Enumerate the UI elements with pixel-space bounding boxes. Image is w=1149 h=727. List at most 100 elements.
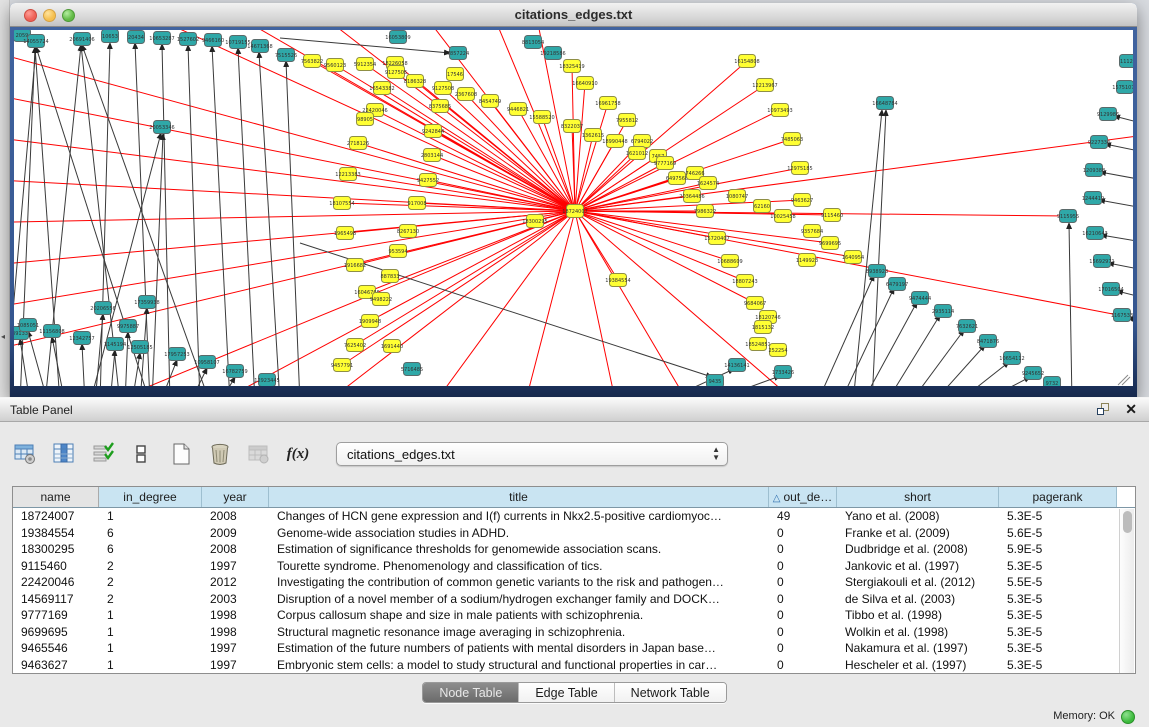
- graph-node[interactable]: 9446821: [507, 103, 529, 116]
- graph-node[interactable]: 18524851: [745, 338, 770, 351]
- table-cell[interactable]: 9115460: [13, 558, 99, 575]
- table-cell[interactable]: 6: [99, 525, 202, 542]
- table-cell[interactable]: Structural magnetic resonance image aver…: [269, 624, 769, 641]
- column-header-short[interactable]: short: [837, 487, 999, 507]
- graph-node[interactable]: 6794022: [631, 135, 653, 148]
- tab-network-table[interactable]: Network Table: [615, 683, 726, 702]
- graph-node[interactable]: 10653287: [149, 32, 174, 45]
- graph-edge[interactable]: [872, 110, 886, 386]
- nodes-layer[interactable]: 2059140557242069140610653204341065328715…: [14, 30, 1133, 386]
- graph-node[interactable]: 9115955: [1057, 210, 1079, 223]
- graph-node[interactable]: 1909948: [359, 315, 381, 328]
- table-cell[interactable]: Embryonic stem cells: a model to study s…: [269, 657, 769, 674]
- table-cell[interactable]: 0: [769, 558, 837, 575]
- graph-node[interactable]: 7857224: [447, 47, 469, 60]
- graph-node[interactable]: 7986322: [694, 205, 716, 218]
- table-cell[interactable]: Changes of HCN gene expression and I(f) …: [269, 508, 769, 525]
- graph-node[interactable]: 8471876: [977, 335, 999, 348]
- graph-node[interactable]: 18807243: [732, 275, 757, 288]
- table-row[interactable]: 1456911722003Disruption of a novel membe…: [13, 591, 1135, 608]
- graph-node[interactable]: 16543382: [369, 82, 394, 95]
- table-cell[interactable]: Tourette syndrome. Phenomenology and cla…: [269, 558, 769, 575]
- delete-trash-icon[interactable]: [207, 441, 233, 467]
- column-header-name[interactable]: name: [13, 487, 99, 507]
- graph-node[interactable]: 6479197: [886, 278, 908, 291]
- table-cell[interactable]: Jankovic et al. (1997): [837, 558, 999, 575]
- graph-node[interactable]: 16648784: [872, 97, 897, 110]
- graph-node[interactable]: 9975887: [117, 320, 139, 333]
- graph-node[interactable]: 11124: [1120, 55, 1134, 68]
- table-cell[interactable]: 1: [99, 640, 202, 657]
- table-cell[interactable]: 5.3E-5: [999, 508, 1117, 525]
- graph-node[interactable]: 20364486: [679, 190, 704, 203]
- graph-edge[interactable]: [280, 38, 450, 53]
- graph-node[interactable]: 1916682: [344, 259, 366, 272]
- table-cell[interactable]: 5.5E-5: [999, 574, 1117, 591]
- table-cell[interactable]: 9465546: [13, 640, 99, 657]
- table-cell[interactable]: 9463627: [13, 657, 99, 674]
- table-vertical-scrollbar[interactable]: [1119, 509, 1134, 673]
- table-row[interactable]: 1938455462009Genome-wide association stu…: [13, 525, 1135, 542]
- graph-edge[interactable]: [220, 377, 235, 386]
- graph-node[interactable]: 10688609: [717, 255, 742, 268]
- graph-node[interactable]: 16210643: [1082, 227, 1107, 240]
- graph-node[interactable]: 7515526: [275, 49, 297, 62]
- graph-edge[interactable]: [82, 344, 85, 386]
- tab-edge-table[interactable]: Edge Table: [519, 683, 614, 702]
- table-cell[interactable]: 2012: [202, 574, 269, 591]
- graph-node[interactable]: 9457791: [331, 359, 353, 372]
- graph-node[interactable]: 1145194: [104, 338, 126, 351]
- network-canvas[interactable]: 2059140557242069140610653204341065328715…: [14, 30, 1133, 386]
- column-header-year[interactable]: year: [202, 487, 269, 507]
- table-cell[interactable]: 22420046: [13, 574, 99, 591]
- table-cell[interactable]: Genome-wide association studies in ADHD.: [269, 525, 769, 542]
- graph-node[interactable]: 9242844: [422, 125, 444, 138]
- graph-node[interactable]: 1640954: [842, 251, 864, 264]
- graph-node[interactable]: 8813054: [522, 36, 544, 49]
- table-cell[interactable]: 2003: [202, 591, 269, 608]
- graph-edge[interactable]: [152, 134, 163, 386]
- table-cell[interactable]: 5.3E-5: [999, 591, 1117, 608]
- table-cell[interactable]: 9699695: [13, 624, 99, 641]
- graph-edge[interactable]: [60, 211, 575, 386]
- table-cell[interactable]: 6: [99, 541, 202, 558]
- graph-node[interactable]: 20206556: [90, 302, 115, 315]
- graph-node[interactable]: 8322037: [561, 120, 583, 133]
- table-cell[interactable]: 0: [769, 541, 837, 558]
- graph-node[interactable]: 1527602: [177, 33, 199, 46]
- graph-node[interactable]: 252254: [768, 344, 787, 357]
- graph-edge[interactable]: [259, 52, 280, 386]
- node-attribute-table[interactable]: namein_degreeyeartitle△out_de…shortpager…: [12, 486, 1136, 674]
- table-row[interactable]: 1872400712008Changes of HCN gene express…: [13, 508, 1135, 525]
- table-cell[interactable]: 1: [99, 657, 202, 674]
- graph-node[interactable]: 887833: [380, 270, 399, 283]
- graph-edge[interactable]: [575, 133, 1133, 211]
- graph-node[interactable]: 16961758: [595, 97, 620, 110]
- table-cell[interactable]: 0: [769, 624, 837, 641]
- graph-node[interactable]: 14136141: [724, 359, 749, 372]
- graph-node[interactable]: 1080747: [726, 190, 748, 203]
- table-cell[interactable]: 2: [99, 558, 202, 575]
- graph-node[interactable]: 5716485: [401, 363, 423, 376]
- graph-edge[interactable]: [382, 88, 575, 211]
- graph-edge[interactable]: [575, 211, 1133, 323]
- citation-network-graph[interactable]: 2059140557242069140610653204341065328715…: [14, 30, 1133, 386]
- table-cell[interactable]: de Silva et al. (2003): [837, 591, 999, 608]
- table-cell[interactable]: 1: [99, 508, 202, 525]
- graph-node[interactable]: 2367608: [455, 88, 477, 101]
- table-cell[interactable]: 0: [769, 525, 837, 542]
- table-cell[interactable]: 1998: [202, 624, 269, 641]
- row-height-icon[interactable]: [129, 441, 155, 467]
- graph-node[interactable]: 9463627: [791, 194, 813, 207]
- graph-edge[interactable]: [80, 30, 575, 211]
- graph-node[interactable]: 8186328: [404, 75, 426, 88]
- graph-edge[interactable]: [575, 103, 608, 211]
- graph-edge[interactable]: [862, 302, 917, 386]
- graph-node[interactable]: 1167533: [1111, 309, 1133, 322]
- table-cell[interactable]: Estimation of significance thresholds fo…: [269, 541, 769, 558]
- table-cell[interactable]: 5.3E-5: [999, 558, 1117, 575]
- table-cell[interactable]: Dudbridge et al. (2008): [837, 541, 999, 558]
- column-header-outde[interactable]: △out_de…: [769, 487, 837, 507]
- graph-node[interactable]: 17546: [447, 68, 464, 81]
- table-cell[interactable]: Estimation of the future numbers of pati…: [269, 640, 769, 657]
